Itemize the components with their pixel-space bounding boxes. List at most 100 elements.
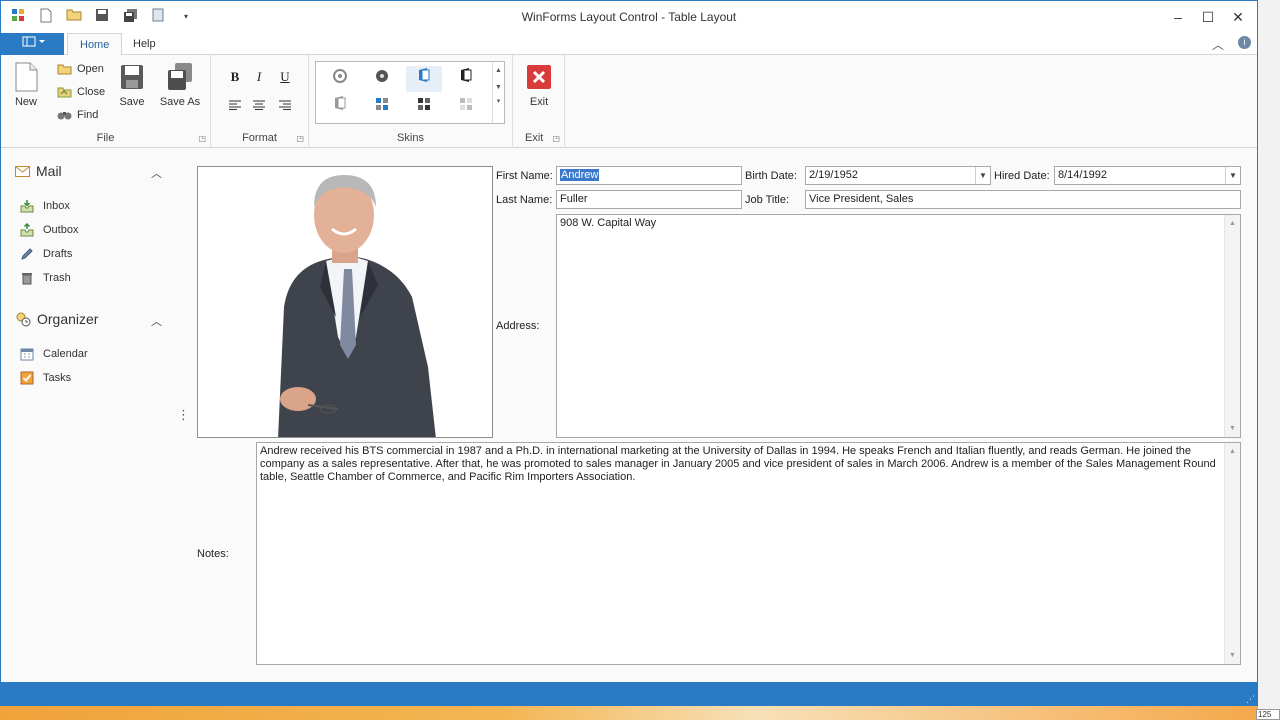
format-dialog-launcher-icon[interactable]: ◳ — [296, 134, 304, 143]
maximize-icon[interactable]: ☐ — [1193, 5, 1223, 29]
app-menu-button[interactable] — [1, 33, 64, 55]
skins-group: ▲ ▼ ▾ Skins — [309, 55, 513, 148]
nav-item-inbox[interactable]: Inbox — [19, 199, 70, 213]
tab-home[interactable]: Home — [67, 33, 123, 56]
binoculars-icon — [57, 112, 72, 120]
italic-button[interactable]: I — [249, 67, 269, 87]
pencil-icon — [19, 247, 35, 261]
last-name-label: Last Name: — [496, 194, 553, 206]
folder-close-icon — [57, 87, 72, 98]
first-name-field[interactable]: Andrew — [556, 166, 742, 185]
exit-button[interactable]: Exit — [517, 61, 561, 108]
notes-scrollbar[interactable]: ▲ ▼ — [1224, 443, 1240, 664]
save-as-button[interactable]: Save As — [159, 61, 201, 108]
window-controls: – ☐ ✕ — [1163, 5, 1253, 29]
hired-date-value: 8/14/1992 — [1058, 169, 1107, 181]
skin-office-blue-icon[interactable] — [406, 66, 442, 92]
address-memo[interactable]: 908 W. Capital Way ▲ ▼ — [556, 214, 1241, 438]
notes-scroll-up-icon[interactable]: ▲ — [1225, 445, 1240, 458]
hired-date-dropdown-icon[interactable]: ▼ — [1225, 167, 1240, 184]
ribbon-tabs: Home Help ︿ i — [1, 33, 1257, 56]
navigation-pane: Mail ︿ Inbox Outbox Drafts Trash Organiz… — [1, 149, 191, 679]
birth-date-label: Birth Date: — [745, 170, 797, 182]
exit-group: Exit Exit ◳ — [513, 55, 565, 148]
desktop-badge: 125 — [1256, 709, 1280, 720]
bold-button[interactable]: B — [225, 67, 245, 87]
nav-group-mail[interactable]: Mail — [15, 163, 62, 179]
size-grip-icon[interactable]: ⋰ — [1246, 694, 1255, 705]
title-bar: ▾ WinForms Layout Control - Table Layout… — [1, 1, 1257, 33]
skin-tiles-dark-icon[interactable] — [406, 94, 442, 120]
file-group: New Open Close Find Save Save As File ◳ — [1, 55, 211, 148]
nav-item-drafts[interactable]: Drafts — [19, 247, 72, 261]
nav-item-trash[interactable]: Trash — [19, 271, 71, 285]
align-center-icon — [253, 100, 265, 110]
organizer-collapse-icon[interactable]: ︿ — [151, 313, 162, 329]
gallery-scrollbar[interactable]: ▲ ▼ ▾ — [492, 62, 504, 123]
skin-office-black-icon[interactable] — [448, 66, 484, 92]
minimize-icon[interactable]: – — [1163, 5, 1193, 29]
new-button[interactable]: New — [5, 61, 47, 108]
file-dialog-launcher-icon[interactable]: ◳ — [198, 134, 206, 143]
gallery-expand-icon[interactable]: ▾ — [493, 97, 504, 105]
address-scroll-up-icon[interactable]: ▲ — [1225, 217, 1240, 230]
skin-tiles-light-icon[interactable] — [448, 94, 484, 120]
exit-icon — [527, 65, 551, 89]
notes-memo[interactable]: Andrew received his BTS commercial in 19… — [256, 442, 1241, 665]
gallery-down-icon[interactable]: ▼ — [493, 84, 504, 91]
last-name-field[interactable]: Fuller — [556, 190, 742, 209]
window-title: WinForms Layout Control - Table Layout — [521, 10, 737, 24]
skin-dark-icon[interactable] — [364, 66, 400, 92]
save-button[interactable]: Save — [111, 61, 153, 108]
align-right-button[interactable] — [275, 96, 295, 116]
mail-collapse-icon[interactable]: ︿ — [151, 165, 162, 181]
save-as-label: Save As — [159, 96, 201, 108]
nav-splitter-handle-icon[interactable]: ⋮ — [177, 407, 190, 423]
tasks-checkbox-icon — [19, 371, 35, 385]
job-title-field[interactable]: Vice President, Sales — [805, 190, 1241, 209]
hired-date-field[interactable]: 8/14/1992 ▼ — [1054, 166, 1241, 185]
nav-item-drafts-label: Drafts — [43, 248, 73, 260]
find-button[interactable]: Find — [57, 106, 98, 124]
nav-item-tasks[interactable]: Tasks — [19, 371, 71, 385]
underline-button[interactable]: U — [275, 67, 295, 87]
nav-item-trash-label: Trash — [43, 272, 71, 284]
job-title-label: Job Title: — [745, 194, 790, 206]
skin-office-white-icon[interactable] — [322, 94, 358, 120]
status-bar: ⋰ — [1, 682, 1257, 707]
nav-item-tasks-label: Tasks — [43, 372, 72, 384]
birth-date-dropdown-icon[interactable]: ▼ — [975, 167, 990, 184]
app-menu-icon — [22, 36, 45, 47]
nav-group-organizer[interactable]: Organizer — [15, 311, 98, 327]
last-name-value: Fuller — [560, 193, 588, 205]
nav-item-calendar-label: Calendar — [43, 348, 88, 360]
ribbon: New Open Close Find Save Save As File ◳ … — [1, 55, 1257, 148]
ribbon-right-controls: ︿ i — [1212, 36, 1251, 53]
align-left-button[interactable] — [225, 96, 245, 116]
tab-help[interactable]: Help — [121, 33, 168, 56]
gallery-up-icon[interactable]: ▲ — [493, 67, 504, 74]
nav-item-outbox-label: Outbox — [43, 224, 79, 236]
close-button[interactable]: Close — [57, 83, 105, 101]
close-icon[interactable]: ✕ — [1223, 5, 1253, 29]
align-center-button[interactable] — [249, 96, 269, 116]
first-name-label: First Name: — [496, 170, 553, 182]
file-group-label: File — [96, 132, 115, 144]
notes-scroll-down-icon[interactable]: ▼ — [1225, 649, 1240, 662]
skins-group-label: Skins — [397, 132, 424, 144]
info-icon[interactable]: i — [1238, 36, 1251, 49]
open-button[interactable]: Open — [57, 60, 104, 78]
calendar-icon — [19, 347, 35, 361]
birth-date-field[interactable]: 2/19/1952 ▼ — [805, 166, 991, 185]
nav-item-calendar[interactable]: Calendar — [19, 347, 88, 361]
organizer-icon — [16, 312, 31, 327]
save-as-icon — [168, 63, 192, 90]
skin-bezier-icon[interactable] — [322, 66, 358, 92]
exit-dialog-launcher-icon[interactable]: ◳ — [552, 134, 560, 143]
nav-item-outbox[interactable]: Outbox — [19, 222, 79, 237]
nav-item-inbox-label: Inbox — [43, 200, 70, 212]
skin-tiles-blue-icon[interactable] — [364, 94, 400, 120]
address-scrollbar[interactable]: ▲ ▼ — [1224, 215, 1240, 437]
address-scroll-down-icon[interactable]: ▼ — [1225, 422, 1240, 435]
collapse-ribbon-icon[interactable]: ︿ — [1212, 36, 1224, 53]
